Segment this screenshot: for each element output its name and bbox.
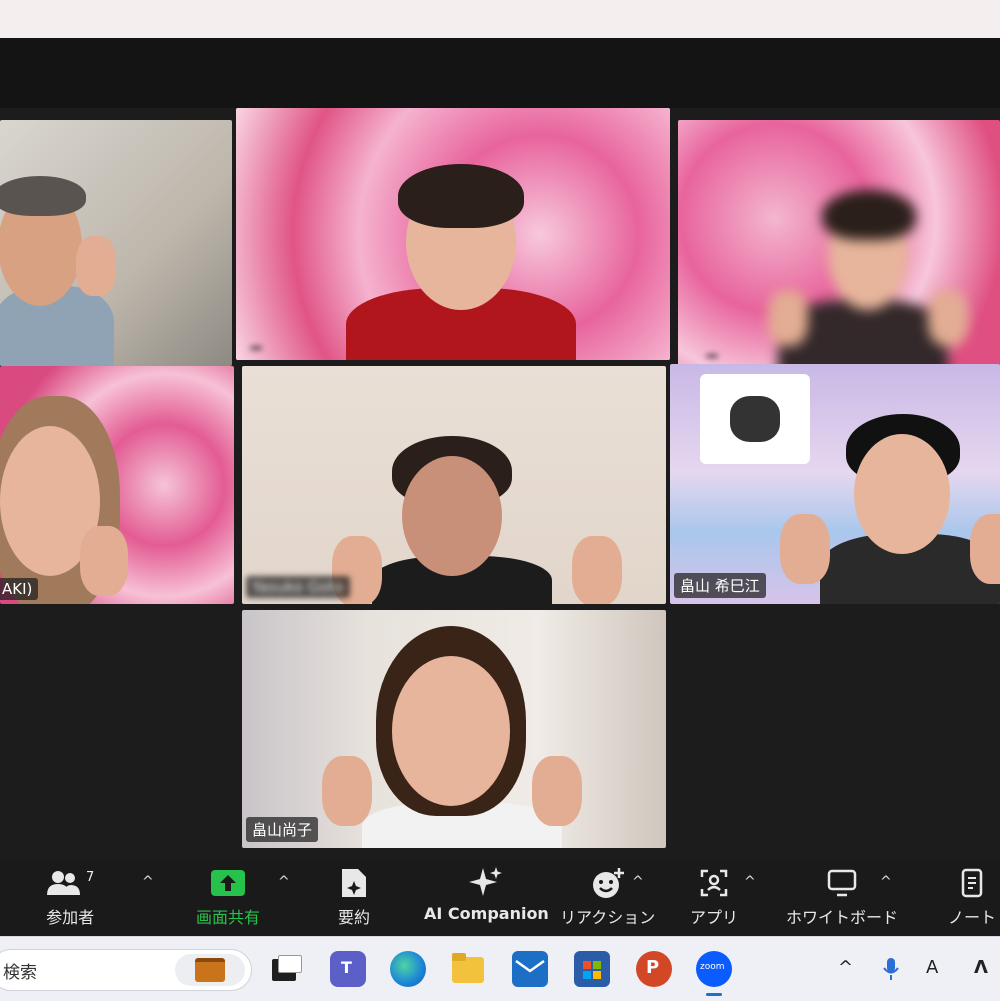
notes-icon <box>961 868 983 898</box>
reactions-options-chevron-icon[interactable]: ^ <box>632 874 644 890</box>
show-hidden-icons-chevron-icon[interactable]: ^ <box>838 957 853 978</box>
ai-companion-button[interactable]: AI Companion <box>424 866 549 923</box>
participants-options-chevron-icon[interactable]: ^ <box>142 874 154 890</box>
reactions-label: リアクション <box>560 908 656 927</box>
whiteboard-options-chevron-icon[interactable]: ^ <box>880 874 892 890</box>
summary-icon <box>342 869 366 897</box>
search-placeholder: 検索 <box>3 962 37 983</box>
share-options-chevron-icon[interactable]: ^ <box>278 874 290 890</box>
whiteboard-icon <box>827 869 857 897</box>
edge-icon[interactable] <box>390 951 426 987</box>
participant-name-tag: AKI) <box>0 578 39 600</box>
microphone-icon[interactable] <box>882 957 900 986</box>
participant-name-tag: Yasuko Goto <box>246 576 350 598</box>
window-top-strip <box>0 0 1000 38</box>
notes-label: ノート <box>948 908 997 927</box>
video-tile[interactable] <box>678 120 1000 366</box>
share-screen-button[interactable]: 画面共有 <box>196 866 260 928</box>
participants-icon <box>47 871 80 895</box>
powerpoint-icon[interactable]: P <box>636 951 672 987</box>
participant-name-tag <box>250 346 262 350</box>
mail-icon[interactable] <box>512 951 548 987</box>
briefcase-icon <box>175 954 245 986</box>
apps-button[interactable]: アプリ <box>690 866 738 928</box>
tray-app-icon[interactable]: Λ <box>974 957 988 978</box>
zoom-active-indicator <box>706 993 722 996</box>
task-view-icon[interactable] <box>268 951 304 987</box>
ai-sparkle-icon <box>469 867 503 896</box>
meeting-header-area <box>0 38 1000 108</box>
video-tile[interactable] <box>0 120 232 366</box>
participants-label: 参加者 <box>46 908 95 927</box>
apps-label: アプリ <box>690 908 739 927</box>
ai-companion-label: AI Companion <box>424 904 549 923</box>
participant-name-tag: 畠山尚子 <box>246 817 319 842</box>
zoom-label: zoom <box>700 962 725 972</box>
participant-name-tag: 畠山 希巳江 <box>674 573 766 598</box>
apps-icon <box>700 869 728 897</box>
share-screen-icon <box>211 870 245 896</box>
whiteboard-label: ホワイトボード <box>786 908 899 927</box>
share-screen-label: 画面共有 <box>196 908 261 927</box>
background-logo-image <box>700 374 810 464</box>
video-tile[interactable]: Yasuko Goto <box>242 366 666 604</box>
meeting-toolbar: 7 参加者 ^ 画面共有 ^ 要約 AI Companion リアクション ^ … <box>0 860 1000 936</box>
participants-count: 7 <box>86 869 95 885</box>
windows-taskbar: 検索 T P zoom ^ A Λ <box>0 936 1000 1001</box>
taskbar-search-box[interactable]: 検索 <box>0 949 252 991</box>
video-tile[interactable]: 畠山 希巳江 <box>670 364 1000 604</box>
apps-options-chevron-icon[interactable]: ^ <box>744 874 756 890</box>
zoom-icon[interactable]: zoom <box>696 951 732 987</box>
accessibility-font-icon[interactable]: A <box>926 957 938 978</box>
teams-icon[interactable]: T <box>330 951 366 987</box>
video-tile[interactable]: AKI) <box>0 366 234 604</box>
reaction-smiley-icon <box>592 868 624 898</box>
participants-button[interactable]: 7 参加者 <box>46 866 94 928</box>
store-icon[interactable] <box>574 951 610 987</box>
video-tile-active-speaker[interactable] <box>236 108 670 360</box>
file-explorer-icon[interactable] <box>450 951 486 987</box>
summary-button[interactable]: 要約 <box>338 866 370 928</box>
notes-button[interactable]: ノート <box>948 866 996 928</box>
summary-label: 要約 <box>338 908 371 927</box>
video-gallery: AKI) Yasuko Goto 畠山 希巳江 畠山尚子 <box>0 108 1000 860</box>
video-tile[interactable]: 畠山尚子 <box>242 610 666 848</box>
participant-name-tag <box>706 354 718 358</box>
